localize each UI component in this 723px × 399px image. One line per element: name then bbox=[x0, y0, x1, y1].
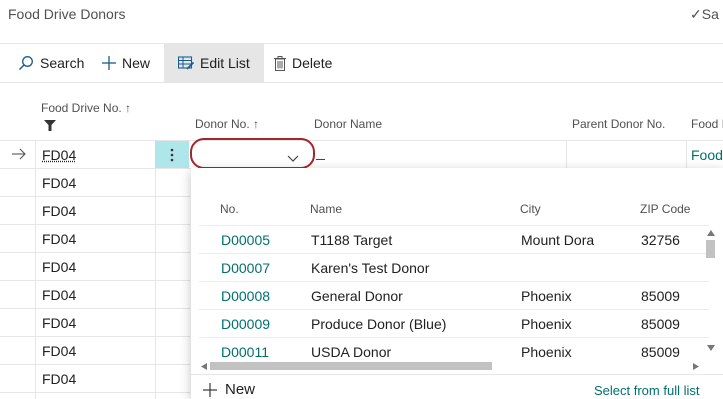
column-header-food[interactable]: Food I bbox=[691, 117, 723, 131]
lookup-new-button[interactable]: New bbox=[203, 381, 255, 398]
lookup-header-no: No. bbox=[220, 202, 239, 216]
food-drive-no-cell: FD04 bbox=[42, 315, 76, 331]
food-drive-no-cell[interactable]: FD04 bbox=[42, 147, 76, 163]
lookup-item-zip[interactable]: 32756 bbox=[641, 232, 680, 248]
lookup-item-city[interactable]: Phoenix bbox=[521, 344, 572, 360]
delete-button[interactable]: Delete bbox=[274, 44, 332, 82]
food-drive-no-cell: FD04 bbox=[42, 175, 76, 191]
saved-label: Sa bbox=[702, 6, 719, 22]
lookup-item-name[interactable]: T1188 Target bbox=[311, 232, 392, 248]
table-row[interactable]: FD04 bbox=[0, 196, 190, 224]
food-drive-no-cell: FD04 bbox=[42, 287, 76, 303]
scroll-down-icon[interactable] bbox=[707, 345, 715, 351]
divider bbox=[199, 225, 709, 226]
new-button[interactable]: New bbox=[102, 44, 150, 82]
grid-line bbox=[686, 140, 687, 168]
lookup-item-name[interactable]: Produce Donor (Blue) bbox=[311, 316, 446, 332]
lookup-item-no[interactable]: D00007 bbox=[221, 260, 270, 276]
food-drive-no-cell: FD04 bbox=[42, 231, 76, 247]
lookup-item-no[interactable]: D00011 bbox=[221, 344, 269, 360]
food-link[interactable]: Food bbox=[691, 147, 723, 163]
grid-line bbox=[0, 392, 190, 393]
more-vertical-icon bbox=[170, 148, 174, 167]
lookup-item-name[interactable]: Karen's Test Donor bbox=[311, 260, 429, 276]
select-from-full-list-link[interactable]: Select from full list bbox=[594, 383, 699, 398]
scrollbar-thumb[interactable] bbox=[210, 362, 492, 370]
food-drive-no-cell: FD04 bbox=[42, 343, 76, 359]
table-row[interactable]: FD04 bbox=[0, 280, 190, 308]
new-label: New bbox=[122, 55, 150, 71]
arrow-right-icon bbox=[12, 147, 26, 165]
page-title: Food Drive Donors bbox=[8, 6, 126, 22]
food-drive-no-cell: FD04 bbox=[42, 203, 76, 219]
horizontal-scrollbar[interactable] bbox=[199, 360, 703, 372]
column-header-donor-name[interactable]: Donor Name bbox=[314, 117, 382, 131]
trash-icon bbox=[274, 56, 286, 71]
lookup-item-city[interactable]: Phoenix bbox=[521, 288, 572, 304]
search-button[interactable]: Search bbox=[18, 44, 84, 82]
saved-indicator: ✓Sa bbox=[690, 6, 719, 23]
lookup-item-city[interactable]: Mount Dora bbox=[521, 232, 594, 248]
column-header-donor-no[interactable]: Donor No. ↑ bbox=[195, 117, 259, 131]
filter-icon bbox=[44, 118, 56, 136]
food-drive-no-cell: FD04 bbox=[42, 259, 76, 275]
lookup-header-zip: ZIP Code bbox=[640, 202, 690, 216]
lookup-header-name: Name bbox=[310, 202, 342, 216]
divider bbox=[199, 281, 709, 282]
lookup-item-zip[interactable]: 85009 bbox=[641, 316, 680, 332]
donor-lookup-dropdown[interactable]: No. Name City ZIP Code D00005 T1188 Targ… bbox=[191, 168, 723, 399]
table-row[interactable]: FD04 bbox=[0, 224, 190, 252]
row-actions-button[interactable] bbox=[155, 141, 189, 168]
column-header-parent-donor-no[interactable]: Parent Donor No. bbox=[572, 117, 665, 131]
divider bbox=[199, 253, 709, 254]
lookup-item-no[interactable]: D00005 bbox=[221, 232, 270, 248]
lookup-header-city: City bbox=[520, 202, 541, 216]
food-drive-no-cell: FD04 bbox=[42, 371, 76, 387]
scroll-right-icon[interactable] bbox=[693, 363, 699, 370]
column-header-food-drive-no[interactable]: Food Drive No. ↑ bbox=[41, 101, 131, 115]
search-icon bbox=[18, 55, 34, 71]
lookup-new-label: New bbox=[225, 381, 255, 398]
table-row[interactable]: FD04 bbox=[0, 168, 190, 196]
table-row[interactable]: FD04 bbox=[0, 308, 190, 336]
checkmark-icon: ✓ bbox=[690, 6, 702, 22]
edit-list-button[interactable]: Edit List bbox=[164, 44, 264, 82]
divider bbox=[199, 337, 709, 338]
vertical-scrollbar[interactable] bbox=[704, 228, 718, 358]
lookup-item-no[interactable]: D00008 bbox=[221, 288, 270, 304]
plus-icon bbox=[203, 383, 217, 397]
scroll-up-icon[interactable] bbox=[707, 230, 715, 236]
lookup-item-city[interactable]: Phoenix bbox=[521, 316, 572, 332]
lookup-item-name[interactable]: General Donor bbox=[311, 288, 403, 304]
delete-label: Delete bbox=[292, 55, 332, 71]
donor-name-cell[interactable] bbox=[316, 141, 325, 160]
grid-line bbox=[566, 140, 567, 168]
scroll-left-icon[interactable] bbox=[201, 363, 207, 370]
edit-list-icon bbox=[178, 56, 194, 70]
focus-highlight bbox=[190, 138, 315, 169]
divider bbox=[191, 374, 723, 375]
scrollbar-thumb[interactable] bbox=[706, 240, 715, 258]
table-row[interactable]: FD04 bbox=[0, 336, 190, 364]
lookup-item-no[interactable]: D00009 bbox=[221, 316, 270, 332]
edit-list-label: Edit List bbox=[200, 55, 250, 71]
divider bbox=[0, 82, 723, 83]
search-label: Search bbox=[40, 55, 84, 71]
lookup-item-zip[interactable]: 85009 bbox=[641, 288, 680, 304]
plus-icon bbox=[102, 56, 116, 70]
lookup-item-name[interactable]: USDA Donor bbox=[311, 344, 391, 360]
table-row[interactable]: FD04 bbox=[0, 252, 190, 280]
lookup-item-zip[interactable]: 85009 bbox=[641, 344, 680, 360]
divider bbox=[199, 309, 709, 310]
table-row[interactable]: FD04 bbox=[0, 364, 190, 392]
